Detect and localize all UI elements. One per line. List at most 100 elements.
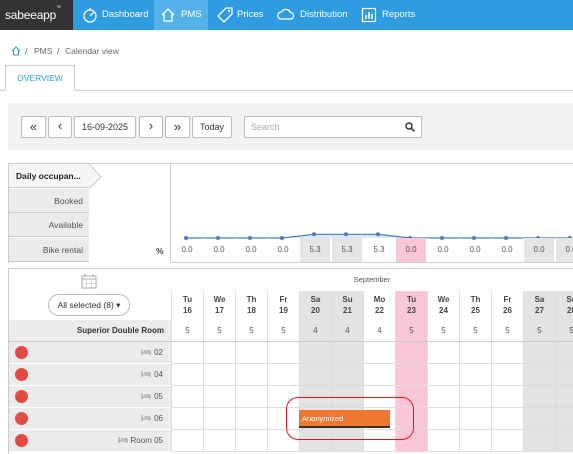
calendar-cell[interactable] [171,386,203,408]
prev-button[interactable]: ‹ [48,116,72,138]
room-status-dot[interactable] [15,434,28,447]
nav-distribution[interactable]: Distribution [276,0,354,30]
calendar-cell[interactable] [299,342,331,364]
calendar-cell[interactable] [459,430,491,452]
calendar-cell[interactable] [555,408,573,430]
calendar-cell[interactable] [427,430,459,452]
room-row-label[interactable]: 02 [9,342,171,364]
room-status-dot[interactable] [15,412,28,425]
occupancy-title[interactable]: Daily occupan... [9,164,89,188]
calendar-cell[interactable] [203,364,235,386]
occupancy-point[interactable] [344,232,348,237]
date-input[interactable]: 16-09-2025 [74,116,136,138]
occupancy-bike-rental-label[interactable]: Bike rental [9,238,89,262]
breadcrumb-pms[interactable]: PMS [34,46,52,56]
tab-overview[interactable]: OVERVIEW [5,65,75,91]
calendar-cell[interactable] [363,342,395,364]
calendar-cell[interactable] [267,364,299,386]
nav-prices[interactable]: Prices [215,0,273,30]
calendar-cell[interactable] [235,364,267,386]
day-header[interactable]: Fr 19 [267,291,299,321]
occupancy-booked-label[interactable]: Booked [9,189,89,213]
calendar-cell[interactable] [427,342,459,364]
first-page-button[interactable]: « [21,116,46,138]
calendar-cell[interactable] [203,430,235,452]
calendar-cell[interactable] [299,364,331,386]
last-page-button[interactable]: » [165,116,190,138]
calendar-cell[interactable] [427,408,459,430]
calendar-cell[interactable] [459,408,491,430]
calendar-icon[interactable] [81,273,97,289]
room-status-dot[interactable] [15,390,28,403]
calendar-cell[interactable] [427,386,459,408]
calendar-cell[interactable] [491,364,523,386]
nav-dashboard[interactable]: Dashboard [78,0,153,30]
calendar-cell[interactable] [171,364,203,386]
today-button[interactable]: Today [192,116,232,138]
calendar-cell[interactable] [171,408,203,430]
day-header[interactable]: We 17 [203,291,235,321]
day-header[interactable]: We 24 [427,291,459,321]
calendar-cell[interactable] [491,342,523,364]
calendar-cell[interactable] [235,408,267,430]
calendar-cell[interactable] [235,386,267,408]
room-status-dot[interactable] [15,346,28,359]
calendar-cell[interactable] [203,386,235,408]
nav-reports[interactable]: Reports [360,0,420,30]
occupancy-point[interactable] [376,232,380,237]
calendar-cell[interactable] [427,364,459,386]
calendar-cell[interactable] [171,342,203,364]
sabeeapp-logo[interactable]: sabeeapp™ [0,0,73,30]
calendar-cell[interactable] [267,342,299,364]
day-header[interactable]: Th 18 [235,291,267,321]
magnifier-icon[interactable] [405,122,415,132]
calendar-cell[interactable] [523,430,555,452]
calendar-cell[interactable] [459,364,491,386]
room-row-label[interactable]: 04 [9,364,171,386]
calendar-cell[interactable] [235,430,267,452]
calendar-cell[interactable] [555,386,573,408]
day-header[interactable]: Tu 16 [171,291,203,321]
day-header[interactable]: Th 25 [459,291,491,321]
day-header[interactable]: Tu 23 [395,291,427,321]
next-button[interactable]: › [139,116,163,138]
calendar-cell[interactable] [171,430,203,452]
calendar-cell[interactable] [235,342,267,364]
calendar-cell[interactable] [523,364,555,386]
day-header[interactable]: Su 21 [331,291,363,321]
search-input[interactable] [251,120,401,134]
calendar-cell[interactable] [459,342,491,364]
room-row-label[interactable]: 06 [9,408,171,430]
calendar-cell[interactable] [203,342,235,364]
day-header[interactable]: Sa 20 [299,291,331,321]
day-header[interactable]: Su 28 [555,291,573,321]
day-header[interactable]: Sa 27 [523,291,555,321]
calendar-cell[interactable] [555,342,573,364]
calendar-cell[interactable] [491,408,523,430]
room-filter-dropdown[interactable]: All selected (8) ▾ [48,294,130,316]
calendar-cell[interactable] [555,364,573,386]
occupancy-available-label[interactable]: Available [9,213,89,237]
home-icon[interactable] [11,46,21,56]
calendar-cell[interactable] [523,386,555,408]
room-type-label[interactable]: Superior Double Room [9,320,171,342]
day-header[interactable]: Fr 26 [491,291,523,321]
calendar-cell[interactable] [395,342,427,364]
day-header[interactable]: Mo 22 [363,291,395,321]
room-row-label[interactable]: 05 [9,386,171,408]
calendar-cell[interactable] [555,430,573,452]
calendar-cell[interactable] [491,386,523,408]
calendar-cell[interactable] [523,342,555,364]
calendar-cell[interactable] [331,342,363,364]
calendar-cell[interactable] [203,408,235,430]
calendar-cell[interactable] [331,364,363,386]
occupancy-point[interactable] [312,232,316,237]
nav-pms[interactable]: PMS [154,0,208,30]
room-status-dot[interactable] [15,368,28,381]
calendar-cell[interactable] [459,386,491,408]
room-row-label[interactable]: Room 05 [9,430,171,452]
calendar-cell[interactable] [523,408,555,430]
calendar-cell[interactable] [395,364,427,386]
calendar-cell[interactable] [491,430,523,452]
calendar-cell[interactable] [363,364,395,386]
